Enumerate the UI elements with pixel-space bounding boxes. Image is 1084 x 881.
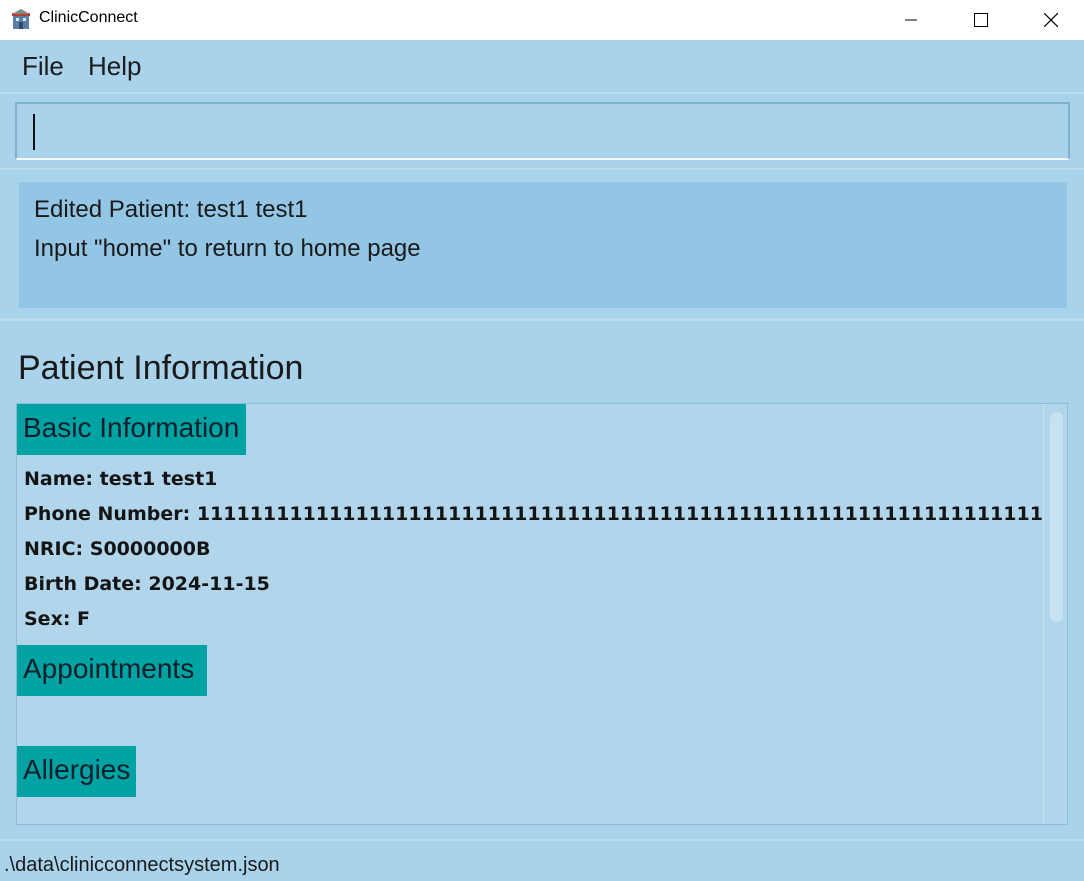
vertical-scrollbar[interactable] [1043, 404, 1067, 824]
divider [0, 318, 1084, 321]
status-bar: .\data\clinicconnectsystem.json [0, 839, 1084, 881]
patient-sex: Sex: F [24, 608, 91, 630]
maximize-icon [974, 13, 988, 27]
command-input[interactable] [15, 102, 1070, 160]
patient-name: Name: test1 test1 [24, 468, 218, 490]
patient-info-panel[interactable]: Basic Information Name: test1 test1 Phon… [16, 403, 1068, 825]
section-header-allergies: Allergies [17, 746, 136, 797]
section-header-appointments: Appointments [17, 645, 207, 696]
close-icon [1044, 13, 1058, 27]
menu-bar: File Help [0, 40, 1084, 94]
patient-nric: NRIC: S0000000B [24, 538, 211, 560]
clinic-building-icon [10, 8, 32, 30]
menu-file[interactable]: File [22, 51, 64, 82]
scrollbar-thumb[interactable] [1050, 412, 1063, 622]
window-title: ClinicConnect [39, 9, 138, 26]
minimize-button[interactable] [876, 0, 946, 40]
close-button[interactable] [1016, 0, 1084, 40]
result-message: Edited Patient: test1 test1 [34, 196, 308, 223]
menu-help[interactable]: Help [88, 51, 141, 82]
data-file-path: .\data\clinicconnectsystem.json [4, 854, 280, 876]
title-bar: ClinicConnect [0, 0, 1084, 40]
patient-birth-date: Birth Date: 2024-11-15 [24, 573, 270, 595]
page-title: Patient Information [18, 349, 304, 387]
divider [0, 168, 1084, 170]
section-header-basic-information: Basic Information [17, 404, 246, 455]
text-caret [33, 114, 35, 150]
minimize-icon [905, 19, 917, 21]
result-hint: Input "home" to return to home page [34, 235, 421, 262]
patient-phone-number: Phone Number: 11111111111111111111111111… [24, 503, 1067, 525]
maximize-button[interactable] [946, 0, 1016, 40]
